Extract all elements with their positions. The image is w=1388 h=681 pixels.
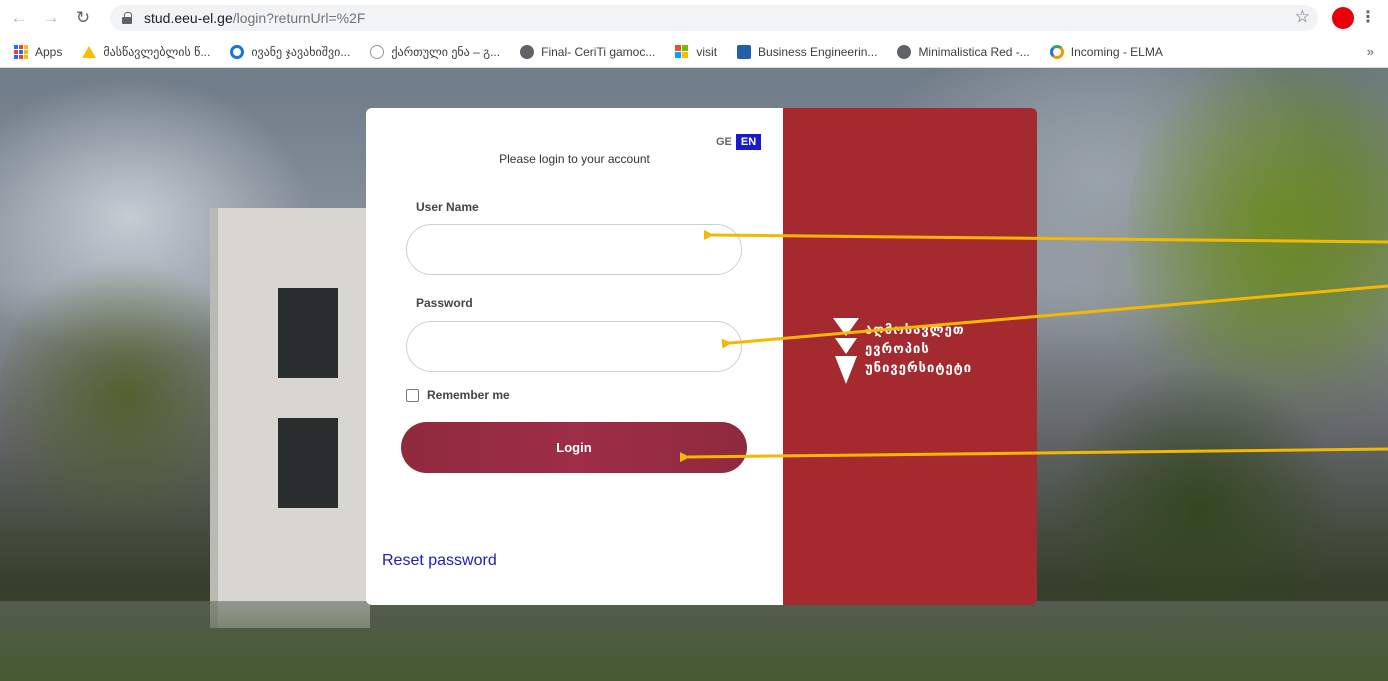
google-drive-icon	[82, 45, 97, 58]
lock-icon	[122, 12, 132, 24]
url-path: /login?returnUrl=%2F	[232, 10, 366, 26]
menu-kebab-icon[interactable]: ⋮	[1360, 7, 1376, 27]
bookmarks-overflow-chevron[interactable]: »	[1367, 44, 1374, 59]
logo-wordmark: აღმოსავლეთ ევროპის უნივერსიტეტი	[865, 318, 972, 386]
business-icon	[737, 44, 752, 59]
bookmark-label: Final- CeriTi gamoc...	[541, 44, 656, 59]
ring-logo-icon	[230, 44, 245, 59]
browser-toolbar: ← → ↻ stud.eeu-el.ge/login?returnUrl=%2F…	[0, 0, 1388, 36]
back-arrow-icon[interactable]: ←	[6, 5, 32, 31]
bookmark-label: მასწავლებლის წ...	[103, 44, 211, 59]
bookmark-item[interactable]: ქართული ენა – გ...	[370, 44, 501, 59]
bookmark-item[interactable]: ივანე ჯავახიშვი...	[230, 44, 351, 59]
bookmark-label: Incoming - ELMA	[1070, 44, 1163, 59]
background-tree	[1128, 68, 1388, 408]
site-favicon-icon	[370, 44, 385, 59]
logo-line: ევროპის	[865, 341, 930, 356]
reset-password-link[interactable]: Reset password	[382, 552, 497, 570]
password-input[interactable]	[406, 321, 742, 372]
password-label: Password	[416, 296, 473, 310]
bookmark-label: Minimalistica Red -...	[918, 44, 1030, 59]
bookmark-item[interactable]: Minimalistica Red -...	[897, 44, 1030, 59]
university-logo: აღმოსავლეთ ევროპის უნივერსიტეტი	[833, 318, 972, 386]
logo-triangle	[835, 338, 857, 354]
forward-arrow-icon[interactable]: →	[38, 5, 64, 31]
remember-me-label: Remember me	[427, 388, 510, 402]
bookmark-item[interactable]: Business Engineerin...	[737, 44, 878, 59]
login-heading: Please login to your account	[499, 152, 650, 166]
logo-line: უნივერსიტეტი	[865, 360, 973, 375]
elma-icon	[1049, 44, 1064, 59]
language-switcher: GE EN	[712, 134, 762, 150]
bookmark-label: Business Engineerin...	[758, 44, 878, 59]
logo-triangles-icon	[833, 318, 859, 386]
reload-icon[interactable]: ↻	[70, 5, 96, 31]
profile-avatar[interactable]	[1332, 7, 1354, 29]
username-label: User Name	[416, 200, 479, 214]
logo-line: აღმოსავლეთ	[865, 322, 965, 337]
bookmark-label: ივანე ჯავახიშვი...	[251, 44, 351, 59]
bookmark-item[interactable]: მასწავლებლის წ...	[82, 45, 210, 59]
bookmark-label: Apps	[35, 44, 63, 59]
login-page: GE EN Please login to your account User …	[0, 68, 1388, 681]
bookmark-item[interactable]: Incoming - ELMA	[1049, 44, 1163, 59]
remember-me[interactable]: Remember me	[406, 388, 510, 402]
username-input[interactable]	[406, 224, 742, 275]
bookmarks-bar: Apps მასწავლებლის წ... ივანე ჯავახიშვი..…	[0, 36, 1388, 68]
background-ground	[0, 601, 1388, 681]
bookmark-star-icon[interactable]: ☆	[1295, 7, 1310, 27]
apps-grid-icon	[14, 44, 28, 59]
brand-panel: აღმოსავლეთ ევროპის უნივერსიტეტი	[783, 108, 1037, 605]
globe-icon	[520, 44, 535, 59]
bookmark-apps[interactable]: Apps	[14, 44, 63, 59]
background-building	[210, 208, 370, 628]
login-form: GE EN Please login to your account User …	[366, 108, 783, 605]
login-card: GE EN Please login to your account User …	[366, 108, 1037, 605]
url-text: stud.eeu-el.ge/login?returnUrl=%2F	[144, 10, 365, 26]
bookmark-label: ქართული ენა – გ...	[391, 44, 501, 59]
windows-grid-icon	[675, 44, 689, 59]
bookmark-item[interactable]: visit	[675, 44, 718, 59]
login-button[interactable]: Login	[401, 422, 747, 473]
address-bar[interactable]: stud.eeu-el.ge/login?returnUrl=%2F	[110, 5, 1318, 31]
bookmark-item[interactable]: Final- CeriTi gamoc...	[520, 44, 656, 59]
url-host: stud.eeu-el.ge	[144, 10, 233, 26]
logo-triangle	[833, 318, 859, 336]
globe-icon	[897, 44, 912, 59]
logo-triangle	[835, 356, 857, 384]
remember-me-checkbox[interactable]	[406, 388, 419, 402]
bookmark-label: visit	[696, 44, 718, 59]
lang-en-button[interactable]: EN	[735, 134, 762, 150]
lang-ge-button[interactable]: GE	[712, 134, 736, 150]
